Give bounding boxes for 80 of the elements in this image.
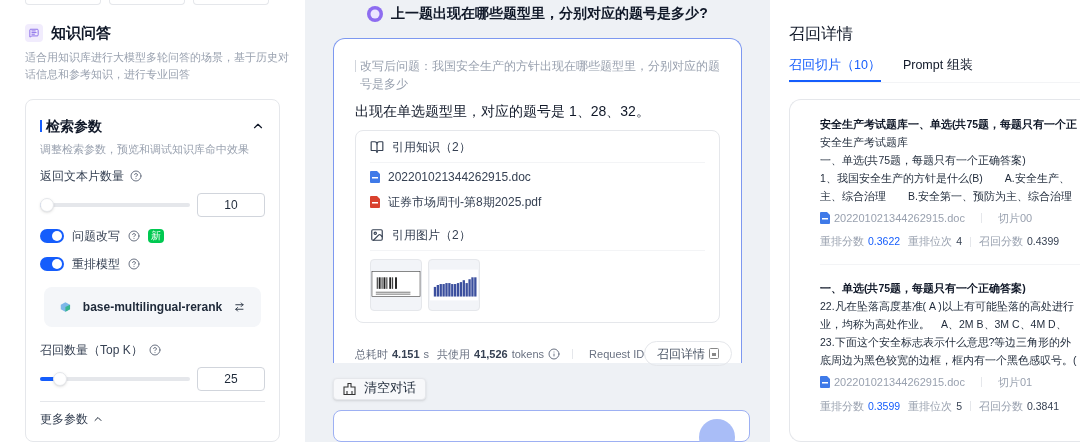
app-title: 知识问答 xyxy=(51,23,111,44)
chunk-text: 1、我国安全生产的方针是什么(B) A.安全生产、 xyxy=(820,170,1071,186)
info-icon[interactable] xyxy=(548,348,561,360)
rewritten-question: 改写后问题：我国安全生产的方针出现在哪些题型里，分别对应的题号是多少 xyxy=(360,58,720,94)
token-unit: tokens xyxy=(511,346,545,362)
slider[interactable] xyxy=(40,372,190,387)
message-input[interactable] xyxy=(333,409,750,442)
toggle-switch[interactable] xyxy=(40,229,64,244)
help-icon[interactable] xyxy=(128,230,140,243)
cube-icon xyxy=(60,300,71,315)
document-icon xyxy=(709,348,720,360)
slider[interactable] xyxy=(40,198,190,213)
metric-value: 0.3599 xyxy=(868,398,901,414)
answer-text: 出现在单选题型里，对应的题号是 1、28、32。 xyxy=(355,102,651,122)
new-badge: 新 xyxy=(148,229,164,244)
param-label: 重排模型 xyxy=(72,256,120,274)
usage-label: 共使用 xyxy=(437,346,471,362)
chunk-text: 23.下面这个安全标志表示什么意思?等边三角形的外 xyxy=(820,335,1073,350)
document-icon xyxy=(370,171,380,183)
file-link[interactable]: 证券市场周刊-第8期2025.pdf xyxy=(388,193,542,211)
metric-value: 0.3841 xyxy=(1026,398,1060,414)
number-field[interactable]: 25 xyxy=(197,367,265,392)
clear-chat-button[interactable]: 清空对话 xyxy=(333,377,426,400)
param-label: 问题改写 xyxy=(72,228,120,246)
images-title: 引用图片（2） xyxy=(392,227,471,244)
document-icon xyxy=(820,376,830,389)
param-label: 返回文本片数量 xyxy=(40,168,124,186)
switch-icon[interactable] xyxy=(234,300,245,315)
avatar-icon xyxy=(367,5,384,22)
chunk-text: 主、综合治理 B.安全第一、预防为主、综合治理 xyxy=(820,188,1073,204)
tab[interactable]: 召回切片（10） xyxy=(789,56,881,82)
metric-label: 召回分数 xyxy=(978,398,1023,414)
chunk-text: 业，均称为高处作业。 A、2M B、3M C、4M D、 xyxy=(820,317,1068,332)
tab[interactable]: Prompt 组装 xyxy=(902,56,973,82)
section-subtitle: 调整检索参数，预览和调试知识库命中效果 xyxy=(40,141,250,157)
time-label: 总耗时 xyxy=(355,346,388,362)
broom-icon xyxy=(343,382,356,395)
file-link[interactable]: 202201021344262915.doc xyxy=(388,168,531,186)
metric-value: 5 xyxy=(956,398,962,414)
help-icon[interactable] xyxy=(128,258,140,271)
slider-thumb[interactable] xyxy=(39,198,54,213)
section-title: 检索参数 xyxy=(46,116,102,136)
chunk-id: 切片01 xyxy=(997,375,1033,390)
token-count: 41,526 xyxy=(474,346,508,362)
chunk-id: 切片00 xyxy=(997,210,1033,226)
metric-value: 0.3622 xyxy=(868,234,901,250)
pdf-file-icon xyxy=(370,196,380,208)
help-icon[interactable] xyxy=(148,344,161,357)
model-card[interactable]: base-multilingual-rerank xyxy=(44,287,261,328)
metric-label: 重排位次 xyxy=(908,234,953,250)
chunk-text: 22.凡在坠落高度基准( A )以上有可能坠落的高处进行 xyxy=(820,299,1075,314)
panel-title: 召回详情 xyxy=(789,24,854,44)
chunk-text: 安全生产考试题库 xyxy=(820,134,909,150)
app-description: 适合用知识库进行大模型多轮问答的场景，基于历史对话信息和参考知识，进行专业回答 xyxy=(25,49,289,82)
metric-label: 重排位次 xyxy=(908,398,953,414)
metric-label: 重排分数 xyxy=(820,234,864,250)
metric-value: 0.4399 xyxy=(1026,234,1060,250)
request-id-link[interactable]: Request ID xyxy=(589,345,645,363)
number-field[interactable]: 10 xyxy=(197,193,265,218)
book-icon xyxy=(370,140,384,154)
time-value: 4.151 xyxy=(392,346,420,362)
model-name: base-multilingual-rerank xyxy=(82,299,223,317)
document-icon xyxy=(820,212,830,224)
time-unit: s xyxy=(423,346,430,362)
chunk-title: 一、单选(共75题，每题只有一个正确答案) xyxy=(820,281,1027,296)
user-question: 上一题出现在哪些题型里，分别对应的题号是多少? xyxy=(391,4,708,24)
chunk-title: 安全生产考试题库一、单选(共75题，每题只有一个正 xyxy=(820,116,1079,132)
chat-icon xyxy=(25,24,43,43)
more-params-label[interactable]: 更多参数 xyxy=(40,410,88,429)
slider-thumb[interactable] xyxy=(53,372,67,387)
image-icon xyxy=(370,228,384,242)
chunk-text: 底周边为黑色较宽的边框，框内有一个黑色感叹号。( xyxy=(820,353,1078,368)
references-title: 引用知识（2） xyxy=(392,139,471,156)
chunk-text: 一、单选(共75题，每题只有一个正确答案) xyxy=(820,152,1027,168)
metric-label: 召回分数 xyxy=(978,234,1023,250)
metric-label: 重排分数 xyxy=(820,398,864,414)
toggle-switch[interactable] xyxy=(40,257,64,272)
help-icon[interactable] xyxy=(130,170,142,183)
metric-value: 4 xyxy=(956,234,962,250)
param-label: 召回数量（Top K） xyxy=(40,342,143,360)
